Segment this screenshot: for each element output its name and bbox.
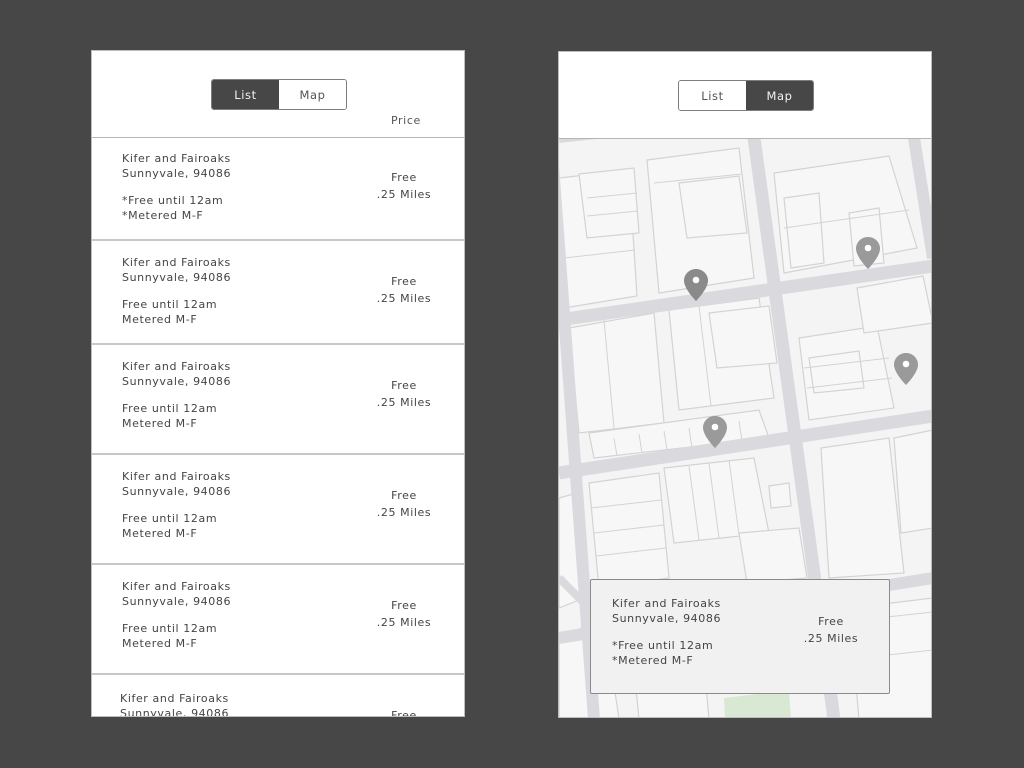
location-info: Kifer and Fairoaks Sunnyvale, 94086	[120, 691, 230, 717]
map-toggle-button[interactable]: Map	[746, 81, 813, 110]
list-view-header: List Map Price	[92, 51, 464, 138]
map-pin-icon[interactable]	[684, 269, 708, 301]
free-note: *Free until 12am	[122, 194, 224, 207]
list-toggle-button[interactable]: List	[212, 80, 279, 109]
price-info: Free .25 Miles	[796, 613, 866, 647]
free-note: Free until 12am	[122, 622, 218, 635]
metered-note: Metered M-F	[122, 637, 198, 650]
location-info: Kifer and Fairoaks Sunnyvale, 94086 Free…	[122, 579, 231, 651]
city-zip: Sunnyvale, 94086	[122, 167, 232, 180]
free-note: *Free until 12am	[612, 639, 714, 652]
list-item[interactable]: Kifer and Fairoaks Sunnyvale, 94086 Free…	[92, 565, 464, 675]
location-info: Kifer and Fairoaks Sunnyvale, 94086 *Fre…	[122, 151, 231, 223]
view-toggle: List Map	[678, 80, 814, 111]
map-pin-icon[interactable]	[894, 353, 918, 385]
price-value: Free	[391, 275, 417, 288]
street-name: Kifer and Fairoaks	[120, 692, 229, 705]
metered-note: *Metered M-F	[612, 654, 694, 667]
city-zip: Sunnyvale, 94086	[122, 375, 232, 388]
metered-note: Metered M-F	[122, 313, 198, 326]
city-zip: Sunnyvale, 94086	[122, 595, 232, 608]
free-note: Free until 12am	[122, 298, 218, 311]
map-view-header: List Map	[559, 52, 931, 139]
price-info: Free .25 Miles	[368, 377, 440, 411]
price-value: Free	[391, 709, 417, 717]
map-toggle-button[interactable]: Map	[279, 80, 346, 109]
view-toggle: List Map	[211, 79, 347, 110]
list-item[interactable]: Kifer and Fairoaks Sunnyvale, 94086 *Fre…	[92, 137, 464, 241]
distance-value: .25 Miles	[376, 616, 432, 629]
parking-list: Kifer and Fairoaks Sunnyvale, 94086 *Fre…	[92, 137, 464, 717]
list-item[interactable]: Kifer and Fairoaks Sunnyvale, 94086 Free…	[92, 455, 464, 565]
city-zip: Sunnyvale, 94086	[120, 707, 230, 717]
price-info: Free .25 Miles	[368, 597, 440, 631]
city-zip: Sunnyvale, 94086	[612, 612, 722, 625]
list-item[interactable]: Kifer and Fairoaks Sunnyvale, 94086 Free…	[92, 345, 464, 455]
city-zip: Sunnyvale, 94086	[122, 485, 232, 498]
location-detail-card[interactable]: Kifer and Fairoaks Sunnyvale, 94086 *Fre…	[590, 579, 890, 694]
location-info: Kifer and Fairoaks Sunnyvale, 94086 Free…	[122, 255, 231, 327]
distance-value: .25 Miles	[376, 188, 432, 201]
street-name: Kifer and Fairoaks	[122, 256, 231, 269]
distance-value: .25 Miles	[376, 292, 432, 305]
price-value: Free	[391, 599, 417, 612]
price-info: Free	[368, 707, 440, 717]
distance-value: .25 Miles	[803, 632, 859, 645]
price-value: Free	[391, 379, 417, 392]
street-name: Kifer and Fairoaks	[122, 360, 231, 373]
metered-note: Metered M-F	[122, 417, 198, 430]
distance-value: .25 Miles	[376, 396, 432, 409]
city-zip: Sunnyvale, 94086	[122, 271, 232, 284]
price-info: Free .25 Miles	[368, 487, 440, 521]
list-item[interactable]: Kifer and Fairoaks Sunnyvale, 94086 Free…	[92, 241, 464, 345]
location-info: Kifer and Fairoaks Sunnyvale, 94086 Free…	[122, 359, 231, 431]
list-view-screen: List Map Price Kifer and Fairoaks Sunnyv…	[91, 50, 465, 717]
metered-note: Metered M-F	[122, 527, 198, 540]
location-info: Kifer and Fairoaks Sunnyvale, 94086 Free…	[122, 469, 231, 541]
map-view-screen: List Map Kifer and Fairoaks Sunnyvale, 9…	[558, 51, 932, 718]
street-name: Kifer and Fairoaks	[122, 580, 231, 593]
metered-note: *Metered M-F	[122, 209, 204, 222]
list-toggle-button[interactable]: List	[679, 81, 746, 110]
distance-value: .25 Miles	[376, 506, 432, 519]
location-info: Kifer and Fairoaks Sunnyvale, 94086 *Fre…	[612, 596, 721, 668]
list-item[interactable]: Kifer and Fairoaks Sunnyvale, 94086 Free	[92, 675, 464, 717]
price-value: Free	[818, 615, 844, 628]
price-value: Free	[391, 489, 417, 502]
free-note: Free until 12am	[122, 512, 218, 525]
street-name: Kifer and Fairoaks	[122, 152, 231, 165]
street-name: Kifer and Fairoaks	[612, 597, 721, 610]
price-info: Free .25 Miles	[368, 169, 440, 203]
price-value: Free	[391, 171, 417, 184]
free-note: Free until 12am	[122, 402, 218, 415]
price-column-header: Price	[391, 114, 421, 127]
street-name: Kifer and Fairoaks	[122, 470, 231, 483]
map-pin-icon[interactable]	[856, 237, 880, 269]
map-pin-icon[interactable]	[703, 416, 727, 448]
price-info: Free .25 Miles	[368, 273, 440, 307]
